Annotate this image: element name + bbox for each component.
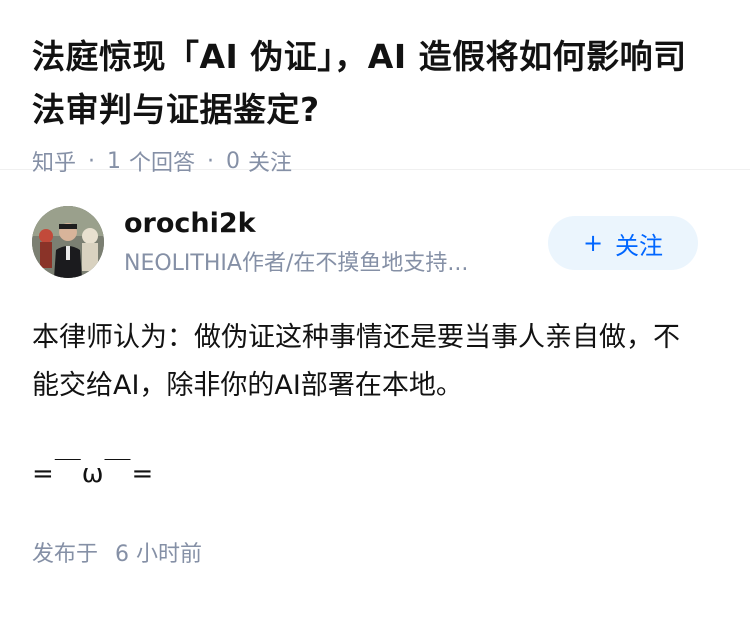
content-paragraph: =￣ω￣=: [32, 459, 155, 489]
answer-content[interactable]: 本律师认为：做伪证这种事情还是要当事人亲自做，不能交给AI，除非你的AI部署在本…: [32, 314, 692, 498]
publish-time: 6 小时前: [115, 542, 203, 567]
plus-icon: +: [582, 229, 604, 257]
publish-info: 发布于 6 小时前: [32, 538, 718, 572]
author-bio: NEOLITHIA作者/在不摸鱼地支持...: [124, 251, 469, 276]
author-row: orochi2k NEOLITHIA作者/在不摸鱼地支持... + 关注: [32, 170, 718, 288]
publish-label: 发布于: [32, 542, 99, 567]
avatar[interactable]: [32, 206, 104, 278]
avatar-image: [32, 206, 104, 278]
question-header: 法庭惊现「AI 伪证」，AI 造假将如何影响司法审判与证据鉴定? 知乎 · 1 …: [0, 0, 750, 176]
follow-button-label: 关注: [615, 231, 664, 260]
author-name[interactable]: orochi2k: [124, 204, 256, 244]
question-title[interactable]: 法庭惊现「AI 伪证」，AI 造假将如何影响司法审判与证据鉴定?: [32, 30, 718, 136]
content-paragraph: 本律师认为：做伪证这种事情还是要当事人亲自做，不能交给AI，除非你的AI部署在本…: [32, 322, 680, 401]
answer-card: orochi2k NEOLITHIA作者/在不摸鱼地支持... + 关注 本律师…: [0, 170, 750, 572]
follow-button[interactable]: + 关注: [548, 216, 698, 270]
